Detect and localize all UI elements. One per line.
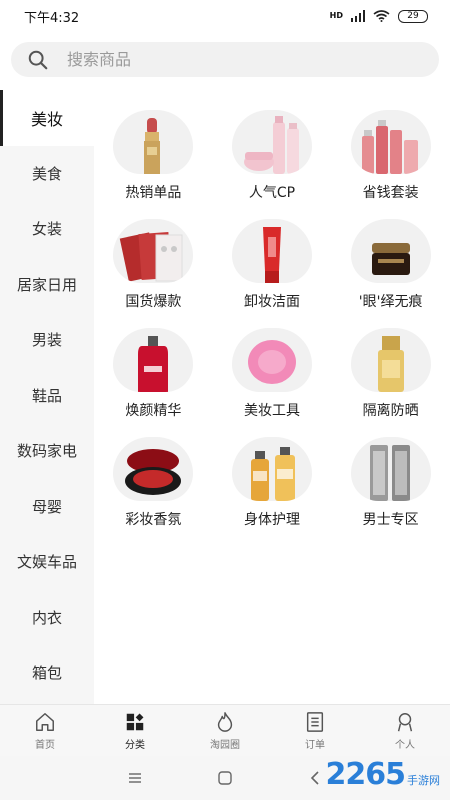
body-care-bottles-image [231,437,312,501]
category-sidebar: 美妆 美食 女装 居家日用 男装 鞋品 数码家电 母婴 文娱车品 内衣 箱包 [0,90,94,704]
grid-item-label: 焕颜精华 [125,403,182,419]
watermark-text: 手游网 [407,774,440,787]
skincare-set-image [231,110,312,174]
tab-orders[interactable]: 订单 [270,705,360,756]
grid-item-label: 热销单品 [125,185,182,201]
sidebar-item-label: 母婴 [31,497,62,516]
search-input[interactable] [67,50,397,69]
tab-label: 个人 [395,739,415,751]
home-button-icon[interactable] [217,770,233,786]
network-type: HD [329,11,343,20]
grid-item-popular-cp[interactable]: 人气CP [213,110,332,202]
sidebar-item-mens[interactable]: 男装 [0,312,94,368]
sidebar-item-label: 鞋品 [31,386,62,405]
grid-item-label: 美妆工具 [243,403,300,419]
grid-item-label: 男士专区 [362,512,419,528]
person-icon [397,712,413,731]
status-time: 下午4:32 [24,10,80,26]
home-icon [36,712,54,731]
sunscreen-image [350,328,431,392]
essence-bottle-image [113,328,194,392]
sidebar-item-beauty[interactable]: 美妆 [0,90,94,146]
grid-item-label: 人气CP [248,185,296,201]
battery-level: 29 [407,11,419,21]
sidebar-item-label: 男装 [31,331,62,350]
sidebar-item-label: 文娱车品 [16,553,77,572]
order-icon [306,711,324,732]
grid-item-mens-zone[interactable]: 男士专区 [331,437,450,529]
grid-item-label: '眼'绎无痕 [358,294,423,310]
cleansing-brush-image [231,328,312,392]
cushion-compact-image [113,437,194,501]
grid-item-essence[interactable]: 焕颜精华 [94,328,213,420]
search-bar[interactable] [11,42,439,77]
cleanser-tube-image [231,219,312,283]
status-bar: 下午4:32 HD 29 [0,0,450,32]
grid-item-label: 国货爆款 [125,294,182,310]
grid-item-label: 彩妆香氛 [125,512,182,528]
sidebar-item-baby[interactable]: 母婴 [0,479,94,535]
bottom-tab-bar: 首页 分类 淘园圈 订单 个人 [0,704,450,756]
battery-icon: 29 [398,9,428,23]
tab-category[interactable]: 分类 [90,705,180,756]
grid-item-body-care[interactable]: 身体护理 [213,437,332,529]
grid-item-label: 卸妆洁面 [243,294,300,310]
sidebar-item-label: 内衣 [31,608,62,627]
sidebar-item-womens[interactable]: 女装 [0,201,94,257]
grid-item-label: 隔离防晒 [362,403,419,419]
sidebar-item-electronics[interactable]: 数码家电 [0,423,94,479]
sidebar-item-label: 箱包 [31,664,62,683]
tab-label: 分类 [125,739,145,751]
face-mask-image [113,219,194,283]
watermark-logo: 2265 手游网 [326,757,441,792]
sidebar-item-underwear[interactable]: 内衣 [0,590,94,646]
tab-taoyuan-circle[interactable]: 淘园圈 [180,705,270,756]
sidebar-item-label: 数码家电 [16,442,77,461]
lipstick-image [113,110,194,174]
grid-item-makeup-fragrance[interactable]: 彩妆香氛 [94,437,213,529]
tab-home[interactable]: 首页 [0,705,90,756]
sidebar-item-bags[interactable]: 箱包 [0,645,94,701]
sidebar-item-shoes[interactable]: 鞋品 [0,368,94,424]
wifi-icon [373,10,390,22]
sidebar-item-entertainment[interactable]: 文娱车品 [0,534,94,590]
sidebar-item-home[interactable]: 居家日用 [0,257,94,313]
flame-icon [217,711,233,732]
grid-item-cleansing[interactable]: 卸妆洁面 [213,219,332,311]
status-icons: HD 29 [329,9,428,23]
subcategory-grid: 热销单品 人气CP 省钱套装 国货爆款 卸妆洁面 '眼'绎无痕 焕颜精华 美妆工… [94,110,450,529]
tab-personal[interactable]: 个人 [360,705,450,756]
sidebar-item-label: 美妆 [30,109,63,129]
tab-label: 首页 [35,739,55,751]
grid-item-domestic-hits[interactable]: 国货爆款 [94,219,213,311]
grid-item-label: 身体护理 [243,512,300,528]
grid-item-beauty-tools[interactable]: 美妆工具 [213,328,332,420]
serum-bottles-image [350,110,431,174]
eye-cream-image [350,219,431,283]
category-icon [126,713,144,730]
back-icon[interactable] [307,770,323,786]
menu-icon[interactable] [127,770,143,786]
sidebar-item-food[interactable]: 美食 [0,146,94,202]
sidebar-item-label: 居家日用 [16,275,77,294]
grid-item-sun-protection[interactable]: 隔离防晒 [331,328,450,420]
search-icon [28,50,48,69]
grid-item-hot-sellers[interactable]: 热销单品 [94,110,213,202]
watermark-number: 2265 [325,757,406,792]
mens-bottles-image [350,437,431,501]
grid-item-eye-care[interactable]: '眼'绎无痕 [331,219,450,311]
sidebar-item-label: 女装 [31,220,62,239]
grid-item-value-sets[interactable]: 省钱套装 [331,110,450,202]
tab-label: 订单 [305,739,325,751]
grid-item-label: 省钱套装 [362,185,419,201]
tab-label: 淘园圈 [210,739,240,751]
signal-icon [351,10,365,22]
sidebar-item-label: 美食 [31,164,62,183]
